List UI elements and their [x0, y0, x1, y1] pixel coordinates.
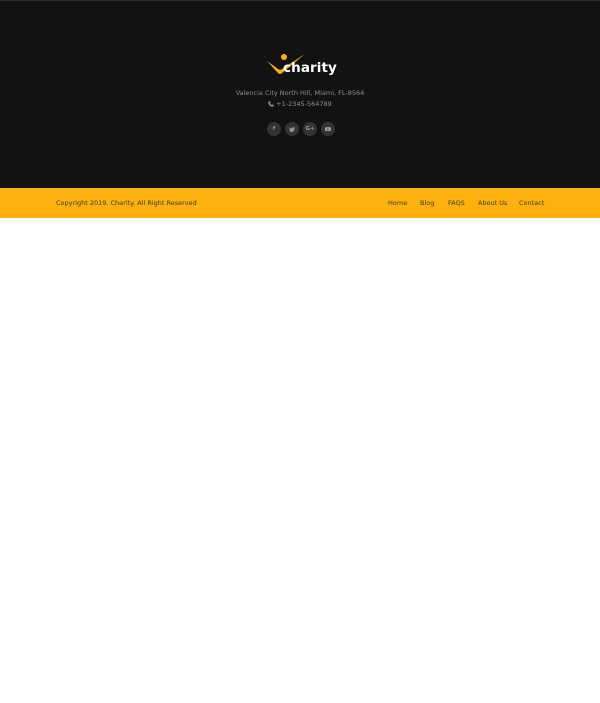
brand-logo[interactable]: charity: [266, 53, 346, 81]
footer-nav: Home Blog FAQS About Us Contact: [0, 188, 600, 218]
youtube-button[interactable]: [321, 122, 335, 136]
footer-address: Valencia City North Hill, Miami, FL-8564: [235, 89, 365, 97]
footer-bottom-bar: Copyright 2019. Charity. All Right Reser…: [0, 188, 600, 218]
facebook-button[interactable]: f: [267, 122, 281, 136]
twitter-button[interactable]: [285, 122, 299, 136]
phone-icon: [268, 101, 274, 107]
phone-number: +1-2345-564789: [276, 100, 332, 108]
nav-link-contact[interactable]: Contact: [519, 188, 544, 218]
page-blank-area: [0, 218, 600, 703]
google-plus-icon: G+: [305, 126, 315, 132]
nav-link-home[interactable]: Home: [388, 188, 407, 218]
twitter-icon: [289, 126, 295, 132]
youtube-icon: [325, 126, 331, 132]
google-plus-button[interactable]: G+: [303, 122, 317, 136]
nav-link-blog[interactable]: Blog: [420, 188, 434, 218]
footer-phone: +1-2345-564789: [0, 100, 600, 109]
social-links: f G+: [267, 122, 335, 136]
nav-link-faqs[interactable]: FAQS: [448, 188, 465, 218]
footer-top: charity Valencia City North Hill, Miami,…: [0, 0, 600, 188]
facebook-icon: f: [272, 126, 276, 132]
brand-name: charity: [283, 60, 337, 76]
nav-link-about-us[interactable]: About Us: [478, 188, 507, 218]
